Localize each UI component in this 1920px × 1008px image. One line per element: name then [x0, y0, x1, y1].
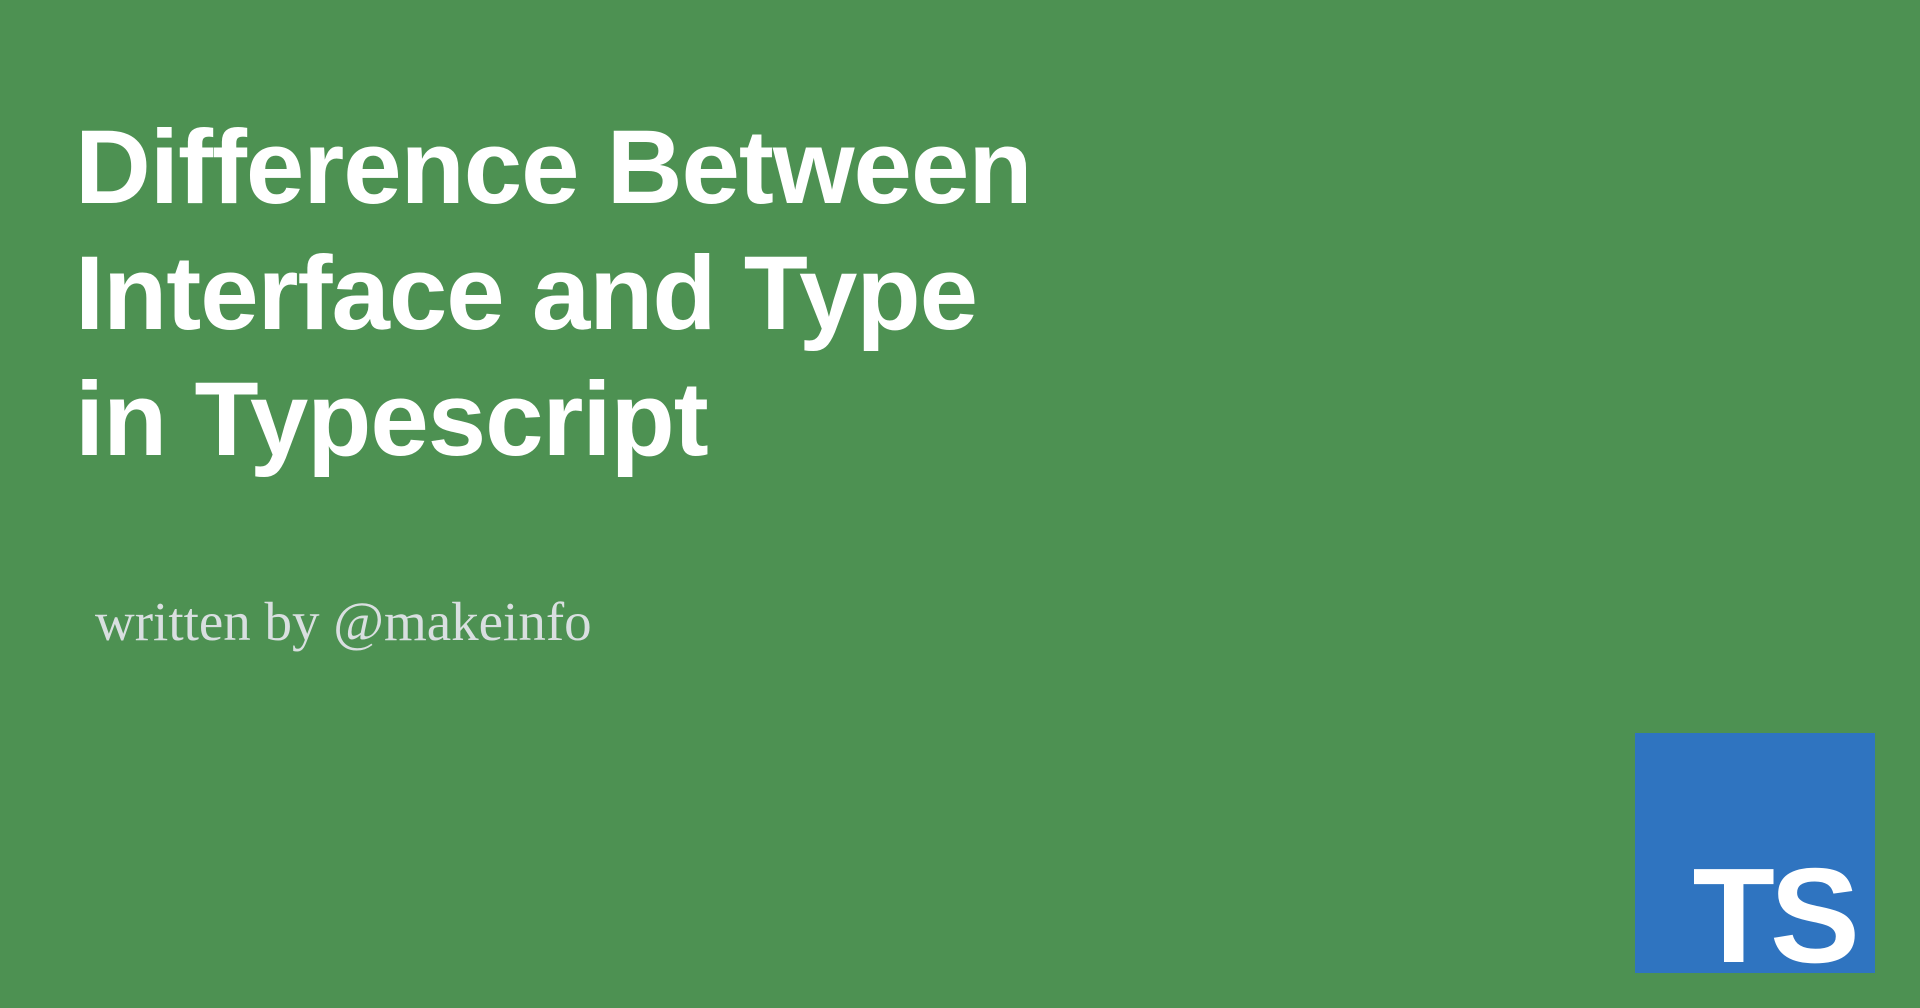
typescript-logo-text: TS	[1692, 848, 1855, 983]
typescript-logo-icon: TS	[1635, 733, 1875, 973]
author-byline: written by @makeinfo	[95, 590, 592, 653]
title-line-2: Interface and Type	[75, 235, 977, 352]
article-title: Difference Between Interface and Type in…	[75, 105, 1031, 483]
title-line-1: Difference Between	[75, 109, 1031, 226]
title-line-3: in Typescript	[75, 361, 708, 478]
